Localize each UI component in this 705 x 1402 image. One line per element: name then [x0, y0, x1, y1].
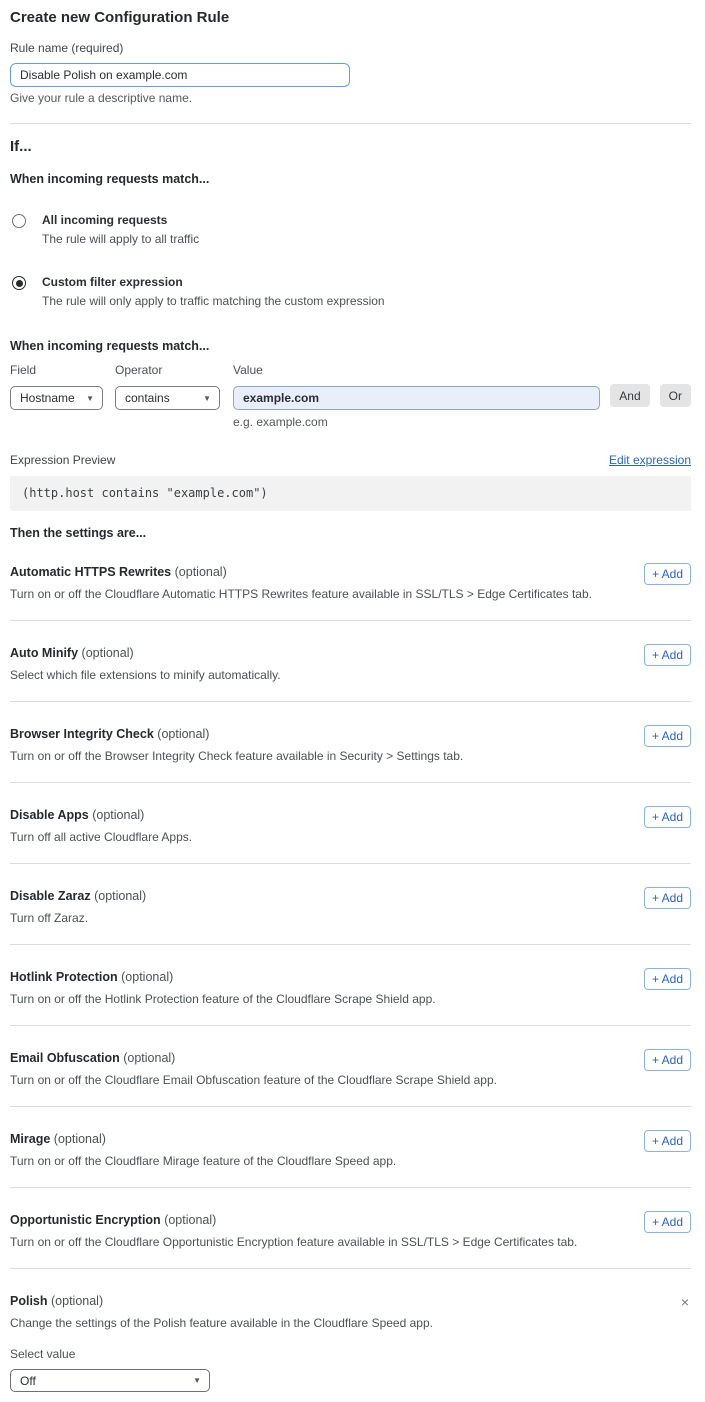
setting-desc: Turn off Zaraz.: [10, 911, 610, 925]
setting-name: Disable Zaraz: [10, 889, 91, 903]
chevron-down-icon: ▼: [193, 1376, 201, 1385]
create-configuration-rule-page: Create new Configuration Rule Rule name …: [0, 0, 705, 1402]
setting-opportunistic-encryption: Opportunistic Encryption (optional) Turn…: [10, 1188, 691, 1269]
polish-select-value: Off: [20, 1374, 36, 1388]
rule-name-helper: Give your rule a descriptive name.: [10, 91, 691, 105]
setting-disable-apps: Disable Apps (optional) Turn off all act…: [10, 783, 691, 864]
rule-name-label: Rule name (required): [10, 41, 691, 55]
then-settings-heading: Then the settings are...: [10, 526, 691, 540]
setting-auto-minify: Auto Minify (optional) Select which file…: [10, 621, 691, 702]
setting-name: Hotlink Protection: [10, 970, 118, 984]
setting-name: Polish: [10, 1294, 48, 1308]
radio-unchecked-icon[interactable]: [12, 214, 26, 228]
setting-title: Polish (optional): [10, 1294, 691, 1308]
expression-builder-row: Field Hostname ▼ Operator contains ▼ Val…: [10, 363, 691, 429]
add-button[interactable]: + Add: [644, 1130, 691, 1152]
setting-desc: Select which file extensions to minify a…: [10, 668, 610, 682]
section-divider: [10, 123, 691, 124]
radio-custom-filter-expression[interactable]: Custom filter expression The rule will o…: [10, 275, 691, 308]
setting-hotlink-protection: Hotlink Protection (optional) Turn on or…: [10, 945, 691, 1026]
setting-desc: Turn on or off the Cloudflare Opportunis…: [10, 1235, 610, 1249]
rule-name-input[interactable]: [10, 63, 350, 87]
setting-disable-zaraz: Disable Zaraz (optional) Turn off Zaraz.…: [10, 864, 691, 945]
value-input[interactable]: [233, 386, 600, 410]
add-button[interactable]: + Add: [644, 887, 691, 909]
radio-checked-icon[interactable]: [12, 276, 26, 290]
add-button[interactable]: + Add: [644, 968, 691, 990]
optional-tag: (optional): [175, 565, 227, 579]
radio-desc: The rule will only apply to traffic matc…: [42, 294, 385, 308]
matcher-heading: When incoming requests match...: [10, 339, 691, 353]
and-button[interactable]: And: [610, 384, 649, 407]
setting-browser-integrity-check: Browser Integrity Check (optional) Turn …: [10, 702, 691, 783]
operator-select-value: contains: [125, 391, 170, 405]
setting-title: Automatic HTTPS Rewrites (optional): [10, 565, 691, 579]
value-label: Value: [233, 363, 600, 377]
setting-title: Auto Minify (optional): [10, 646, 691, 660]
setting-automatic-https-rewrites: Automatic HTTPS Rewrites (optional) Turn…: [10, 540, 691, 621]
add-button[interactable]: + Add: [644, 1049, 691, 1071]
setting-title: Hotlink Protection (optional): [10, 970, 691, 984]
setting-name: Browser Integrity Check: [10, 727, 154, 741]
setting-mirage: Mirage (optional) Turn on or off the Clo…: [10, 1107, 691, 1188]
or-button[interactable]: Or: [660, 384, 691, 407]
add-button[interactable]: + Add: [644, 563, 691, 585]
setting-name: Disable Apps: [10, 808, 89, 822]
setting-name: Automatic HTTPS Rewrites: [10, 565, 171, 579]
optional-tag: (optional): [164, 1213, 216, 1227]
setting-title: Browser Integrity Check (optional): [10, 727, 691, 741]
setting-desc: Turn on or off the Hotlink Protection fe…: [10, 992, 610, 1006]
radio-desc: The rule will apply to all traffic: [42, 232, 199, 246]
optional-tag: (optional): [51, 1294, 103, 1308]
optional-tag: (optional): [92, 808, 144, 822]
optional-tag: (optional): [54, 1132, 106, 1146]
setting-polish: Polish (optional) Change the settings of…: [10, 1269, 691, 1392]
polish-value-select[interactable]: Off ▼: [10, 1369, 210, 1392]
edit-expression-link[interactable]: Edit expression: [609, 453, 691, 467]
add-button[interactable]: + Add: [644, 806, 691, 828]
setting-title: Email Obfuscation (optional): [10, 1051, 691, 1065]
setting-title: Disable Apps (optional): [10, 808, 691, 822]
setting-name: Opportunistic Encryption: [10, 1213, 161, 1227]
operator-select[interactable]: contains ▼: [115, 386, 220, 410]
field-label: Field: [10, 363, 103, 377]
chevron-down-icon: ▼: [86, 394, 94, 403]
close-icon[interactable]: ×: [681, 1295, 689, 1309]
setting-desc: Turn on or off the Cloudflare Mirage fea…: [10, 1154, 610, 1168]
radio-label: Custom filter expression: [42, 275, 385, 289]
radio-all-incoming-requests[interactable]: All incoming requests The rule will appl…: [10, 213, 691, 246]
incoming-requests-heading: When incoming requests match...: [10, 172, 691, 186]
select-value-label: Select value: [10, 1347, 691, 1361]
optional-tag: (optional): [94, 889, 146, 903]
radio-label: All incoming requests: [42, 213, 199, 227]
optional-tag: (optional): [123, 1051, 175, 1065]
setting-title: Opportunistic Encryption (optional): [10, 1213, 691, 1227]
setting-desc: Turn on or off the Browser Integrity Che…: [10, 749, 610, 763]
add-button[interactable]: + Add: [644, 725, 691, 747]
setting-desc: Turn off all active Cloudflare Apps.: [10, 830, 610, 844]
add-button[interactable]: + Add: [644, 1211, 691, 1233]
setting-name: Mirage: [10, 1132, 50, 1146]
setting-email-obfuscation: Email Obfuscation (optional) Turn on or …: [10, 1026, 691, 1107]
add-button[interactable]: + Add: [644, 644, 691, 666]
setting-desc: Turn on or off the Cloudflare Automatic …: [10, 587, 610, 601]
field-select-value: Hostname: [20, 391, 75, 405]
setting-title: Mirage (optional): [10, 1132, 691, 1146]
optional-tag: (optional): [121, 970, 173, 984]
optional-tag: (optional): [82, 646, 134, 660]
setting-desc: Turn on or off the Cloudflare Email Obfu…: [10, 1073, 610, 1087]
setting-title: Disable Zaraz (optional): [10, 889, 691, 903]
setting-desc: Change the settings of the Polish featur…: [10, 1316, 610, 1330]
field-select[interactable]: Hostname ▼: [10, 386, 103, 410]
page-title: Create new Configuration Rule: [10, 9, 691, 26]
expression-preview-label: Expression Preview: [10, 453, 115, 467]
optional-tag: (optional): [157, 727, 209, 741]
value-helper: e.g. example.com: [233, 415, 600, 429]
setting-name: Auto Minify: [10, 646, 78, 660]
setting-name: Email Obfuscation: [10, 1051, 120, 1065]
if-heading: If...: [10, 138, 691, 155]
expression-preview-code: (http.host contains "example.com"): [10, 476, 691, 511]
chevron-down-icon: ▼: [203, 394, 211, 403]
operator-label: Operator: [115, 363, 220, 377]
